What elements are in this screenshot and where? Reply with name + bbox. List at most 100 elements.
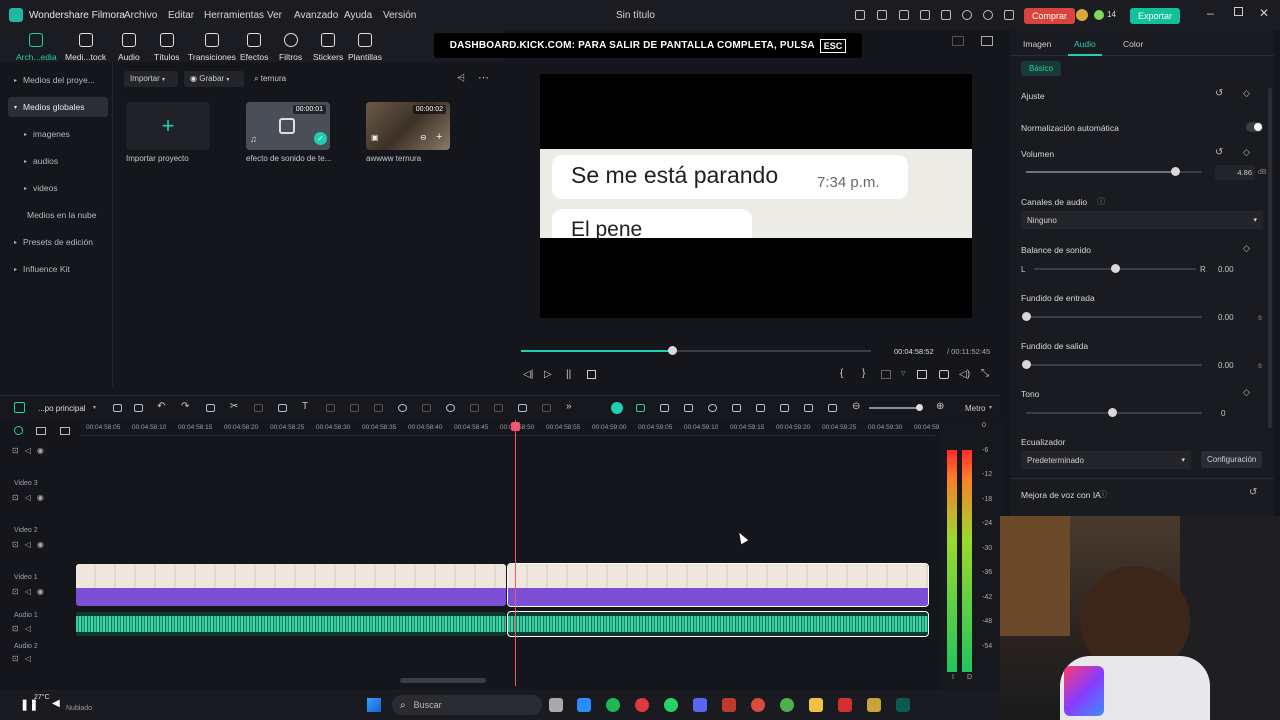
mix-icon[interactable] bbox=[780, 404, 789, 412]
buy-button[interactable]: Comprar bbox=[1024, 8, 1076, 24]
preview-canvas[interactable]: Se me está parando 7:34 p.m. El pene bbox=[540, 74, 972, 318]
mute-icon[interactable]: ◁ bbox=[25, 654, 37, 663]
zoom-knob[interactable] bbox=[916, 404, 923, 411]
save-icon[interactable] bbox=[920, 10, 930, 20]
fade-out-value[interactable]: 0.00 bbox=[1218, 361, 1234, 370]
balance-slider-knob[interactable] bbox=[1111, 264, 1120, 273]
eye-icon[interactable]: ◉ bbox=[37, 446, 50, 455]
color-icon[interactable] bbox=[350, 404, 359, 412]
app-icon[interactable] bbox=[722, 698, 736, 712]
timeline-ruler[interactable]: 00:04:58:05 00:04:58:10 00:04:58:15 00:04:5… bbox=[80, 420, 948, 436]
cloud-icon[interactable] bbox=[962, 10, 972, 20]
volume-keyframe-icon[interactable]: ◇ bbox=[1243, 147, 1250, 158]
split-icon[interactable]: ✂ bbox=[230, 401, 238, 412]
menu-herramientas[interactable]: Herramientas bbox=[204, 10, 264, 21]
shield-icon[interactable] bbox=[732, 404, 741, 412]
track-settings-icon[interactable] bbox=[60, 427, 70, 435]
tool-filters[interactable]: Filtros bbox=[279, 33, 302, 62]
maximize-icon[interactable] bbox=[1234, 7, 1243, 16]
filmora-taskbar-icon[interactable] bbox=[896, 698, 910, 712]
balance-slider[interactable] bbox=[1034, 264, 1196, 273]
auto-normalize-toggle[interactable] bbox=[1246, 122, 1263, 132]
discord-icon[interactable] bbox=[693, 698, 707, 712]
snapshot-view-icon[interactable] bbox=[981, 36, 993, 46]
fade-in-knob[interactable] bbox=[1022, 312, 1031, 321]
lock-icon[interactable]: ⊡ bbox=[12, 446, 25, 455]
menu-version[interactable]: Versión bbox=[383, 10, 416, 21]
gift-icon[interactable] bbox=[855, 10, 865, 20]
snap-icon[interactable] bbox=[611, 402, 623, 414]
step-back-icon[interactable]: ◁| bbox=[523, 369, 533, 380]
meter-label[interactable]: Metro bbox=[965, 404, 985, 413]
marker-icon[interactable] bbox=[660, 404, 669, 412]
media-app-icon[interactable] bbox=[838, 698, 852, 712]
sidebar-item-global-media[interactable]: ▾ Medios globales bbox=[8, 97, 108, 117]
lock-icon[interactable]: ⊡ bbox=[12, 587, 25, 596]
volume-icon[interactable]: ◁) bbox=[959, 369, 970, 380]
sidebar-item-videos[interactable]: ▸ videos bbox=[8, 178, 108, 198]
eye-icon[interactable]: ◉ bbox=[37, 587, 50, 596]
keyframe-tool-icon[interactable] bbox=[494, 404, 503, 412]
playhead-handle[interactable] bbox=[511, 422, 520, 431]
calculator-icon[interactable] bbox=[577, 698, 591, 712]
track-audio1-controls[interactable]: ⊡◁ bbox=[12, 624, 37, 633]
chevron-down-icon[interactable]: ▾ bbox=[93, 404, 96, 411]
mark-out-icon[interactable]: } bbox=[862, 368, 865, 379]
audio-clip-selected[interactable] bbox=[507, 611, 929, 637]
mute-icon[interactable]: ◁ bbox=[25, 493, 37, 502]
track-audio2-controls[interactable]: ⊡◁ bbox=[12, 654, 37, 663]
add-icon[interactable]: + bbox=[436, 131, 442, 143]
mask-icon[interactable] bbox=[374, 404, 383, 412]
camera-icon[interactable] bbox=[939, 370, 949, 379]
adjust-icon[interactable] bbox=[542, 404, 551, 412]
menu-editar[interactable]: Editar bbox=[168, 10, 194, 21]
stabilize-icon[interactable] bbox=[470, 404, 479, 412]
render-preview-icon[interactable] bbox=[708, 404, 717, 412]
mark-in-icon[interactable]: { bbox=[840, 368, 843, 379]
speed-icon[interactable] bbox=[326, 404, 335, 412]
tone-keyframe-icon[interactable]: ◇ bbox=[1243, 387, 1250, 398]
menu-ayuda[interactable]: Ayuda bbox=[344, 10, 372, 21]
browser-icon[interactable] bbox=[751, 698, 765, 712]
add-track-icon[interactable] bbox=[36, 427, 46, 435]
video-clip[interactable] bbox=[76, 564, 506, 606]
tool-effects[interactable]: Efectos bbox=[240, 33, 268, 62]
volume-icon[interactable]: ◀ bbox=[52, 698, 60, 709]
fade-in-value[interactable]: 0.00 bbox=[1218, 313, 1234, 322]
ai-icon[interactable] bbox=[398, 404, 407, 412]
audio-clip[interactable] bbox=[76, 612, 506, 636]
sidebar-item-influence-kit[interactable]: ▸ Influence Kit bbox=[8, 259, 108, 279]
tone-knob[interactable] bbox=[1108, 408, 1117, 417]
playback-progress[interactable] bbox=[521, 346, 871, 355]
tone-slider[interactable] bbox=[1026, 408, 1202, 417]
replace-clip-icon[interactable] bbox=[684, 404, 693, 412]
eye-icon[interactable]: ◉ bbox=[37, 540, 50, 549]
link-tracks-icon[interactable] bbox=[14, 426, 23, 435]
windows-start-icon[interactable] bbox=[367, 698, 381, 712]
whatsapp-icon[interactable] bbox=[664, 698, 678, 712]
audio-wave-icon[interactable] bbox=[278, 404, 287, 412]
text-tool-icon[interactable]: T bbox=[302, 401, 308, 412]
mute-icon[interactable]: ◁ bbox=[25, 624, 37, 633]
voice-reset-icon[interactable]: ↺ bbox=[1249, 487, 1257, 498]
image-icon[interactable] bbox=[941, 10, 951, 20]
file-explorer-icon[interactable] bbox=[809, 698, 823, 712]
subtab-basico[interactable]: Básico bbox=[1021, 61, 1062, 76]
motion-icon[interactable] bbox=[422, 404, 431, 412]
eq-config-button[interactable]: Configuración bbox=[1201, 451, 1263, 468]
volume-slider-knob[interactable] bbox=[1171, 167, 1180, 176]
video-clip-selected[interactable] bbox=[507, 563, 929, 607]
fade-out-slider[interactable] bbox=[1022, 360, 1202, 369]
voice-info-icon[interactable]: ⓘ bbox=[1099, 489, 1107, 500]
send-icon[interactable] bbox=[877, 10, 887, 20]
monitor-icon[interactable] bbox=[899, 10, 909, 20]
media-item-awwww[interactable]: 00:00:02 ▣ ⊖ + bbox=[366, 102, 450, 150]
mute-icon[interactable]: ◁ bbox=[25, 540, 37, 549]
more-tools-icon[interactable]: » bbox=[566, 401, 572, 412]
playhead[interactable] bbox=[515, 420, 516, 686]
lock-icon[interactable]: ⊡ bbox=[12, 624, 25, 633]
balance-value[interactable]: 0.00 bbox=[1218, 265, 1234, 274]
zoom-slider[interactable] bbox=[869, 404, 923, 411]
tool-templates[interactable]: Plantillas bbox=[348, 33, 382, 62]
media-item-sound-effect[interactable]: 00:00:01 ✓ ♫ bbox=[246, 102, 330, 150]
